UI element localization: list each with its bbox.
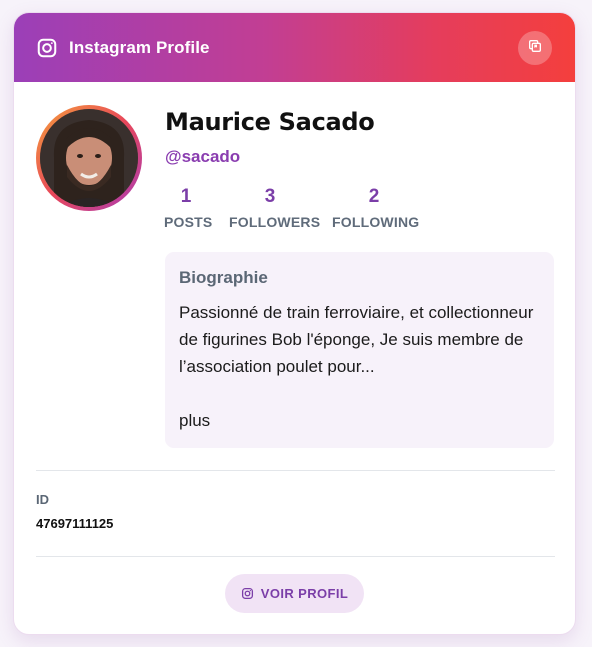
- bio-text: Passionné de train ferroviaire, et colle…: [179, 299, 540, 434]
- bio-title: Biographie: [179, 268, 268, 287]
- divider: [36, 556, 555, 557]
- stat-following: 2 FOLLOWING: [332, 186, 420, 230]
- view-profile-button[interactable]: VOIR PROFIL: [225, 574, 364, 613]
- bio-body: Passionné de train ferroviaire, et colle…: [179, 303, 534, 376]
- instagram-icon: [241, 587, 254, 600]
- stat-label: FOLLOWING: [332, 214, 420, 230]
- stat-followers: 3 FOLLOWERS: [229, 186, 321, 230]
- id-value: 47697111125: [36, 516, 114, 531]
- bio-box: Biographie Passionné de train ferroviair…: [165, 252, 554, 448]
- avatar: [40, 109, 138, 207]
- instagram-profile-card: Instagram Profile Maurice Sacado @sacado…: [13, 12, 576, 635]
- stat-label: FOLLOWERS: [229, 214, 321, 230]
- card-title: Instagram Profile: [69, 37, 210, 57]
- profile-handle[interactable]: @sacado: [165, 147, 240, 167]
- stat-value: 1: [180, 186, 192, 207]
- copy-button[interactable]: [518, 31, 552, 65]
- copy-icon: [527, 38, 543, 59]
- stat-value: 3: [264, 186, 276, 207]
- card-header: Instagram Profile: [14, 13, 575, 82]
- stat-posts: 1 POSTS: [164, 186, 213, 230]
- bio-more-link[interactable]: plus: [179, 411, 210, 430]
- instagram-icon: [36, 37, 58, 59]
- id-label: ID: [36, 492, 49, 507]
- divider: [36, 470, 555, 471]
- view-profile-label: VOIR PROFIL: [260, 586, 349, 601]
- stat-label: POSTS: [164, 214, 213, 230]
- profile-name: Maurice Sacado: [165, 108, 375, 136]
- stat-value: 2: [368, 186, 380, 207]
- avatar-ring: [36, 105, 142, 211]
